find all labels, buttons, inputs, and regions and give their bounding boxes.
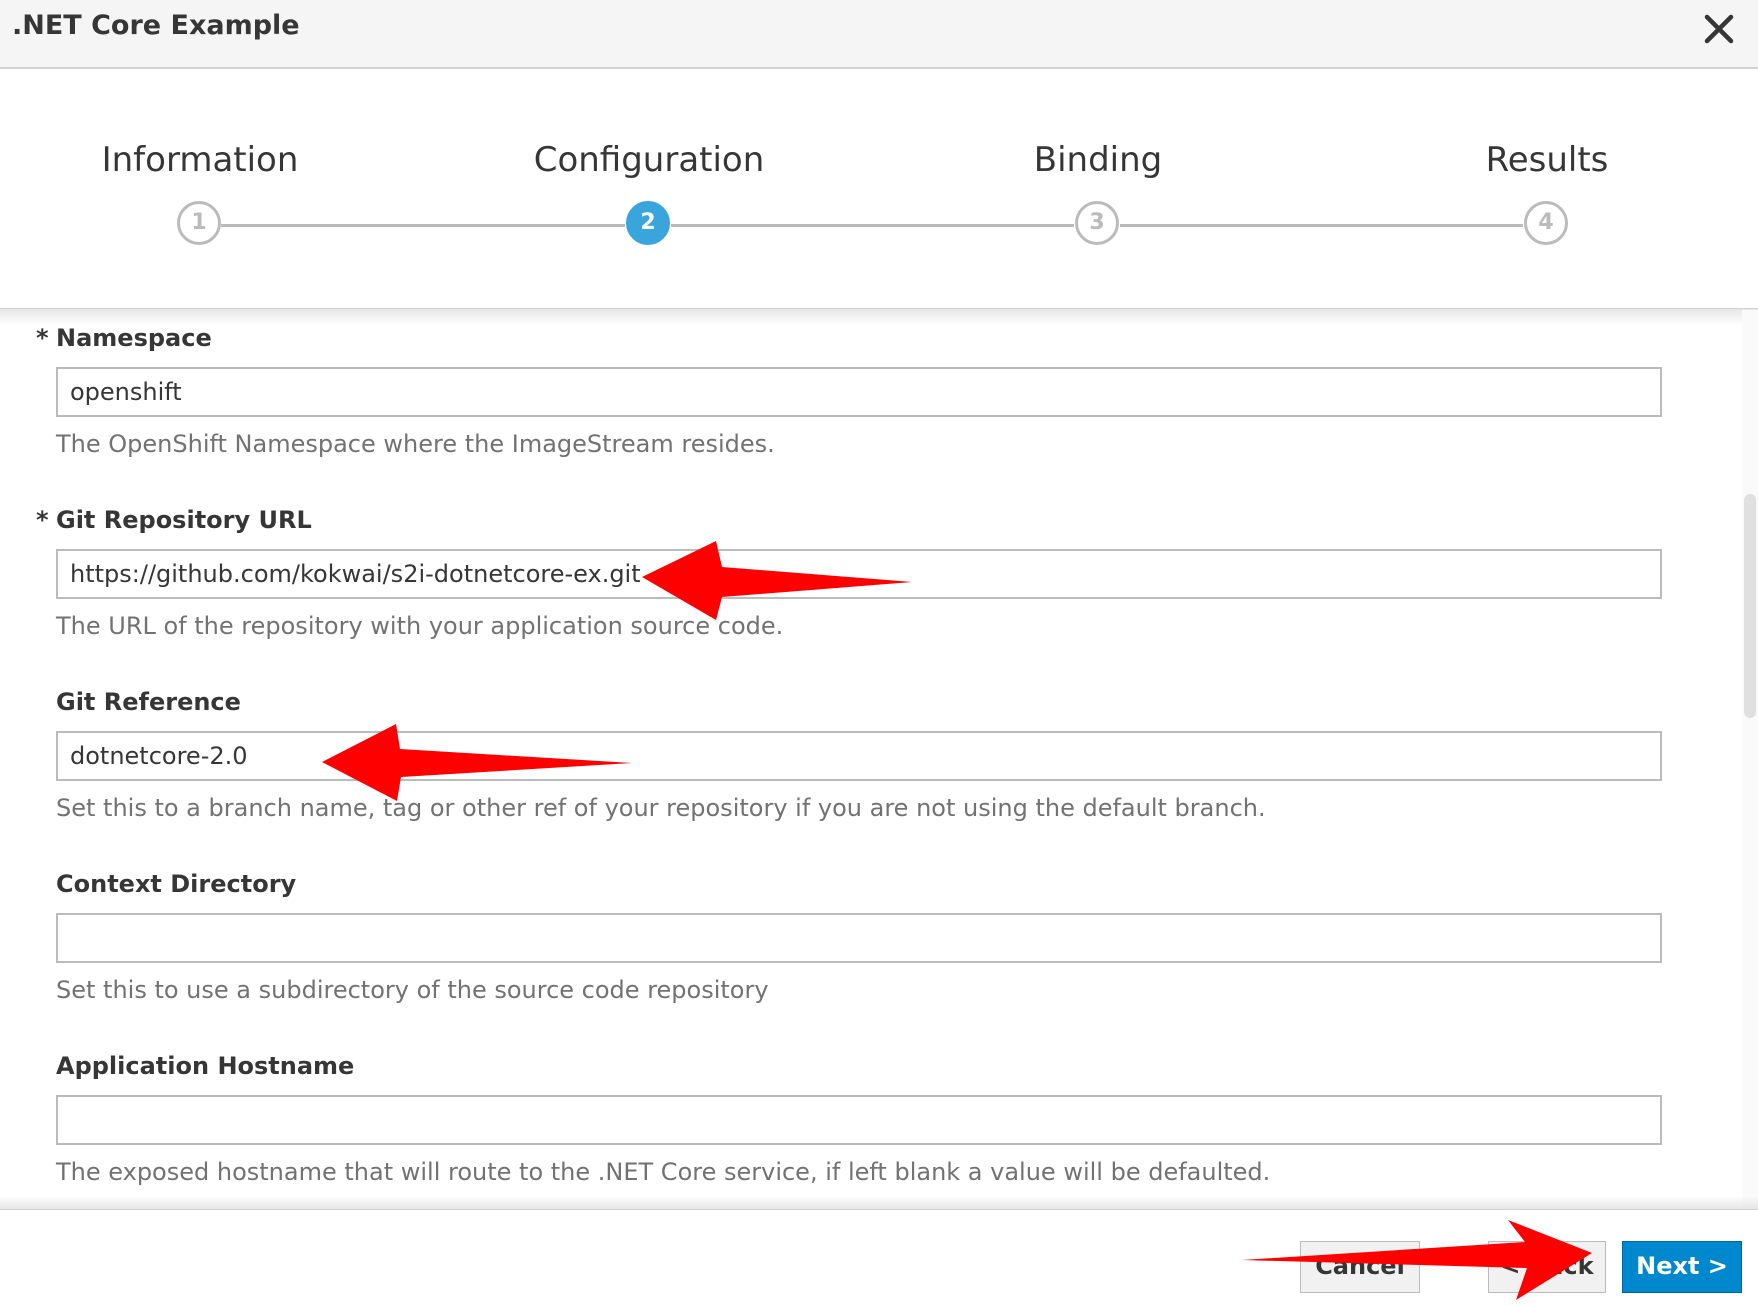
step-connector xyxy=(221,224,625,227)
step-label-binding: Binding xyxy=(1033,140,1163,180)
wizard-steps: Information Configuration Binding Result… xyxy=(0,69,1758,309)
application-hostname-label: Application Hostname xyxy=(56,1052,355,1080)
scrollbar-thumb[interactable] xyxy=(1744,494,1756,718)
step-connector xyxy=(671,224,1074,227)
step-2-circle[interactable]: 2 xyxy=(626,201,670,245)
back-button[interactable]: < Back xyxy=(1488,1241,1606,1293)
required-mark: * xyxy=(36,324,49,352)
git-reference-input[interactable] xyxy=(56,731,1662,781)
git-repository-url-input[interactable] xyxy=(56,549,1662,599)
step-3-circle[interactable]: 3 xyxy=(1075,201,1119,245)
step-1-circle[interactable]: 1 xyxy=(177,201,221,245)
step-label-results: Results xyxy=(1485,140,1609,180)
required-mark: * xyxy=(36,506,49,534)
dialog-title: .NET Core Example xyxy=(12,10,300,41)
namespace-input[interactable] xyxy=(56,367,1662,417)
application-hostname-input[interactable] xyxy=(56,1095,1662,1145)
footer-shadow xyxy=(0,1196,1758,1210)
context-directory-help: Set this to use a subdirectory of the so… xyxy=(56,976,769,1004)
step-label-configuration: Configuration xyxy=(533,140,765,180)
step-4-circle[interactable]: 4 xyxy=(1524,201,1568,245)
git-repository-url-help: The URL of the repository with your appl… xyxy=(56,612,784,640)
context-directory-label: Context Directory xyxy=(56,870,297,898)
application-hostname-help: The exposed hostname that will route to … xyxy=(56,1158,1271,1186)
dialog-header: .NET Core Example xyxy=(0,0,1758,69)
scrollbar-track[interactable] xyxy=(1742,310,1758,1208)
step-connector xyxy=(1120,224,1523,227)
namespace-help: The OpenShift Namespace where the ImageS… xyxy=(56,430,775,458)
step-label-information: Information xyxy=(101,140,299,180)
cancel-button[interactable]: Cancel xyxy=(1300,1241,1420,1293)
configuration-form: * Namespace The OpenShift Namespace wher… xyxy=(0,310,1758,1208)
git-reference-label: Git Reference xyxy=(56,688,241,716)
context-directory-input[interactable] xyxy=(56,913,1662,963)
namespace-label: Namespace xyxy=(56,324,212,352)
dialog-footer: Cancel < Back Next > xyxy=(0,1209,1758,1306)
git-reference-help: Set this to a branch name, tag or other … xyxy=(56,794,1266,822)
next-button[interactable]: Next > xyxy=(1622,1241,1742,1293)
git-repository-url-label: Git Repository URL xyxy=(56,506,312,534)
close-icon[interactable] xyxy=(1702,12,1736,46)
